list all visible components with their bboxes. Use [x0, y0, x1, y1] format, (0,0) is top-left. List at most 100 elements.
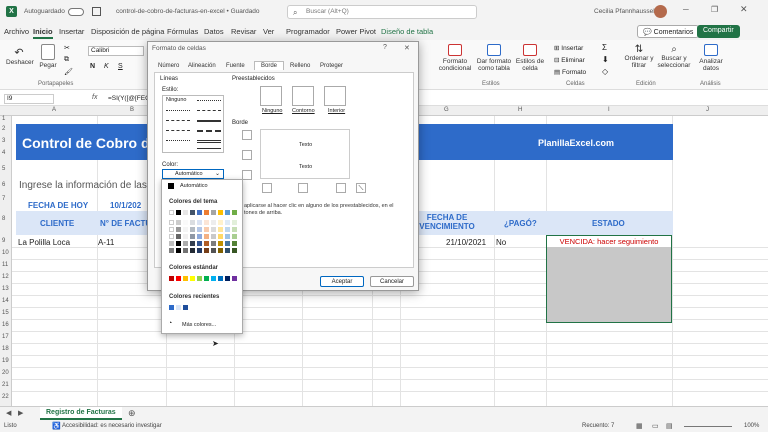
line-style-option[interactable]: [197, 140, 221, 143]
comments-button[interactable]: 💬 Comentarios: [637, 25, 700, 38]
line-style-option[interactable]: [197, 100, 221, 101]
fill-icon[interactable]: ⬇: [602, 55, 609, 64]
sheet-tab-active[interactable]: Registro de Facturas: [40, 407, 122, 420]
standard-color-swatch[interactable]: [169, 276, 174, 281]
theme-color-swatch[interactable]: [183, 210, 188, 215]
row-header[interactable]: 19: [2, 358, 9, 364]
row-header[interactable]: 6: [2, 182, 5, 188]
tab-archivo[interactable]: Archivo: [4, 27, 29, 36]
theme-color-swatch[interactable]: [225, 210, 230, 215]
theme-color-shade-swatch[interactable]: [225, 227, 230, 232]
avatar[interactable]: [654, 5, 667, 18]
autosave-toggle[interactable]: [68, 8, 84, 16]
theme-color-shade-swatch[interactable]: [204, 241, 209, 246]
status-range-selection[interactable]: [546, 235, 672, 323]
tab-inicio[interactable]: Inicio: [33, 27, 53, 39]
theme-color-shade-swatch[interactable]: [169, 248, 174, 253]
row-header[interactable]: 5: [2, 166, 5, 172]
line-style-option[interactable]: [166, 140, 190, 141]
theme-color-shade-swatch[interactable]: [197, 241, 202, 246]
theme-color-shade-swatch[interactable]: [183, 227, 188, 232]
tab-disposicion[interactable]: Disposición de página: [91, 27, 164, 36]
theme-color-shade-swatch[interactable]: [218, 220, 223, 225]
row-header[interactable]: 12: [2, 274, 9, 280]
formula-input[interactable]: =SI(Y([@[FEC: [108, 95, 150, 102]
standard-color-swatch[interactable]: [211, 276, 216, 281]
format-painter-icon[interactable]: 🖌: [64, 68, 73, 76]
recent-color-swatch[interactable]: [176, 305, 181, 310]
cell-due[interactable]: 21/10/2021: [446, 238, 486, 247]
help-icon[interactable]: ?: [383, 44, 387, 51]
row-header[interactable]: 18: [2, 346, 9, 352]
theme-color-shade-swatch[interactable]: [225, 220, 230, 225]
theme-color-shade-swatch[interactable]: [211, 248, 216, 253]
standard-color-swatch[interactable]: [176, 276, 181, 281]
row-header[interactable]: 10: [2, 250, 9, 256]
border-right-icon[interactable]: [336, 183, 346, 193]
standard-color-swatch[interactable]: [232, 276, 237, 281]
theme-color-shade-swatch[interactable]: [204, 220, 209, 225]
theme-color-shade-swatch[interactable]: [232, 227, 237, 232]
line-style-option[interactable]: [166, 120, 190, 121]
cut-icon[interactable]: ✂: [64, 44, 70, 52]
standard-color-swatch[interactable]: [197, 276, 202, 281]
theme-color-shade-swatch[interactable]: [190, 241, 195, 246]
close-icon[interactable]: ✕: [740, 4, 748, 15]
save-icon[interactable]: [92, 7, 101, 16]
paste-button[interactable]: Pegar: [37, 44, 59, 69]
line-style-none[interactable]: Ninguno: [166, 97, 187, 103]
row-header[interactable]: 11: [2, 262, 8, 268]
theme-color-shade-swatch[interactable]: [218, 234, 223, 239]
theme-color-shade-swatch[interactable]: [232, 220, 237, 225]
prev-sheet-icon[interactable]: ◀: [6, 409, 11, 417]
line-style-option[interactable]: [166, 130, 190, 131]
tab-diseno-tabla[interactable]: Diseño de tabla: [381, 27, 433, 36]
cell-paid[interactable]: No: [496, 238, 506, 247]
border-preview[interactable]: Texto Texto: [260, 129, 350, 179]
row-header[interactable]: 21: [2, 382, 9, 388]
zoom-slider[interactable]: [684, 426, 732, 427]
copy-icon[interactable]: ⧉: [64, 56, 69, 64]
row-header[interactable]: 20: [2, 370, 9, 376]
status-badge[interactable]: VENCIDA: hacer seguimiento: [547, 236, 671, 247]
table-format-button[interactable]: Dar formato como tabla: [476, 44, 512, 72]
automatic-color-option[interactable]: Automático: [166, 182, 240, 191]
theme-color-shade-swatch[interactable]: [183, 234, 188, 239]
theme-color-shade-swatch[interactable]: [176, 248, 181, 253]
theme-color-shade-swatch[interactable]: [197, 234, 202, 239]
line-style-list[interactable]: Ninguno: [162, 95, 224, 153]
conditional-format-button[interactable]: Formato condicional: [436, 44, 474, 72]
layout-view-icon[interactable]: ▭: [652, 422, 659, 430]
theme-color-shade-swatch[interactable]: [176, 227, 181, 232]
header-paid[interactable]: ¿PAGÓ?: [504, 219, 537, 228]
theme-color-swatch[interactable]: [190, 210, 195, 215]
tab-programador[interactable]: Programador: [286, 27, 330, 36]
format-cells-button[interactable]: ▤ Formato: [554, 68, 586, 76]
theme-color-shade-swatch[interactable]: [232, 248, 237, 253]
dialog-close-icon[interactable]: ✕: [404, 44, 410, 52]
theme-color-shade-swatch[interactable]: [183, 241, 188, 246]
delete-cells-button[interactable]: ⊟ Eliminar: [554, 56, 585, 64]
header-due[interactable]: FECHA DE VENCIMIENTO: [416, 213, 478, 231]
search-input[interactable]: ⌕ Buscar (Alt+Q): [287, 5, 477, 19]
standard-color-swatch[interactable]: [204, 276, 209, 281]
row-header[interactable]: 9: [2, 238, 5, 244]
theme-color-shade-swatch[interactable]: [197, 220, 202, 225]
dialog-tab-fuente[interactable]: Fuente: [226, 63, 245, 69]
theme-color-shade-swatch[interactable]: [225, 234, 230, 239]
font-select[interactable]: Calibri: [88, 46, 144, 56]
border-middle-h-icon[interactable]: [242, 150, 252, 160]
bold-button[interactable]: N: [90, 63, 95, 70]
preset-inside-button[interactable]: [324, 86, 346, 106]
row-header[interactable]: 1: [2, 116, 5, 122]
line-style-option[interactable]: [197, 130, 221, 132]
column-header[interactable]: A: [52, 107, 56, 113]
border-bottom-icon[interactable]: [242, 170, 252, 180]
dialog-tab-proteger[interactable]: Proteger: [320, 63, 343, 69]
tab-datos[interactable]: Datos: [204, 27, 224, 36]
theme-color-shade-swatch[interactable]: [169, 241, 174, 246]
theme-color-shade-swatch[interactable]: [197, 248, 202, 253]
theme-color-shade-swatch[interactable]: [190, 227, 195, 232]
theme-color-shade-swatch[interactable]: [190, 234, 195, 239]
normal-view-icon[interactable]: ▦: [636, 422, 643, 430]
